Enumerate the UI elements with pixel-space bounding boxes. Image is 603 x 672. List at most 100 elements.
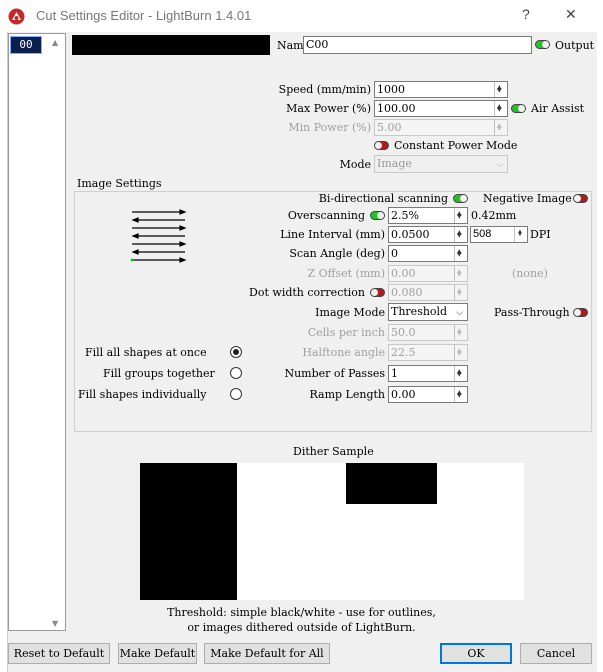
z-offset-value: 0.00	[391, 267, 416, 280]
passes-value: 1	[391, 367, 398, 380]
dither-caption-line1: Threshold: simple black/white - use for …	[167, 606, 436, 619]
cells-per-inch-field[interactable]: 50.0	[388, 323, 468, 341]
constant-power-toggle[interactable]	[374, 141, 389, 150]
ramp-length-label: Ramp Length	[309, 388, 385, 401]
dither-sample-title: Dither Sample	[293, 445, 374, 458]
layer-list[interactable]	[8, 33, 66, 631]
negative-image-toggle[interactable]	[573, 194, 588, 203]
halftone-angle-field[interactable]: 22.5	[388, 343, 468, 361]
chevron-down-icon: ⌵	[496, 160, 503, 170]
name-field[interactable]: C00	[303, 36, 532, 54]
spin-arrows-icon[interactable]	[454, 364, 467, 382]
cells-per-inch-value: 50.0	[391, 326, 416, 339]
image-mode-label: Image Mode	[315, 306, 385, 319]
overscan-label: Overscanning	[287, 209, 365, 222]
layer-list-item[interactable]: 00	[10, 36, 42, 54]
max-power-field[interactable]: 100.00	[374, 99, 508, 117]
pass-through-toggle[interactable]	[573, 308, 588, 317]
halftone-angle-label: Halftone angle	[302, 346, 385, 359]
min-power-label: Min Power (%)	[288, 121, 371, 134]
constant-power-label: Constant Power Mode	[394, 139, 518, 152]
air-assist-label: Air Assist	[531, 102, 585, 115]
spin-arrows-icon[interactable]	[454, 264, 467, 282]
bidir-toggle[interactable]	[453, 194, 468, 203]
dpi-value: 508	[473, 228, 492, 240]
lightburn-logo-icon	[8, 8, 25, 25]
spin-arrows-icon[interactable]	[454, 343, 467, 361]
dither-caption-line2: or images dithered outside of LightBurn.	[187, 621, 416, 634]
spin-arrows-icon[interactable]	[454, 225, 467, 243]
scan-angle-field[interactable]: 0	[388, 244, 468, 262]
dpi-label: DPI	[530, 228, 551, 241]
dot-width-value: 0.080	[391, 286, 423, 299]
scroll-up-icon[interactable]: ▲	[52, 38, 58, 47]
scan-angle-label: Scan Angle (deg)	[289, 247, 385, 260]
fill-individually-radio[interactable]	[230, 388, 242, 400]
fill-all-label: Fill all shapes at once	[85, 346, 207, 359]
z-offset-none: (none)	[512, 267, 548, 280]
ok-button[interactable]: OK	[440, 643, 512, 664]
image-mode-select[interactable]: Threshold ⌵	[388, 303, 468, 321]
window-title: Cut Settings Editor - LightBurn 1.4.01	[36, 8, 252, 23]
spin-arrows-icon[interactable]	[494, 80, 507, 98]
image-mode-value: Threshold	[391, 305, 448, 318]
chevron-down-icon: ⌵	[456, 308, 463, 318]
fill-all-radio[interactable]	[230, 346, 242, 358]
dither-block	[346, 463, 437, 504]
fill-individually-label: Fill shapes individually	[78, 388, 207, 401]
dot-width-toggle[interactable]	[370, 288, 385, 297]
scan-angle-value: 0	[391, 247, 398, 260]
image-settings-title: Image Settings	[77, 177, 162, 190]
pass-through-label: Pass-Through	[494, 306, 570, 319]
overscan-field[interactable]: 2.5%	[388, 206, 468, 224]
passes-field[interactable]: 1	[388, 364, 468, 382]
right-background-strip	[597, 32, 603, 672]
cancel-button[interactable]: Cancel	[520, 643, 592, 664]
scan-pattern-icon	[129, 208, 189, 267]
ramp-length-value: 0.00	[391, 388, 416, 401]
z-offset-field[interactable]: 0.00	[388, 264, 468, 282]
spin-arrows-icon[interactable]	[454, 206, 467, 224]
speed-label: Speed (mm/min)	[278, 83, 371, 96]
mode-value: Image	[377, 157, 412, 170]
mode-label: Mode	[339, 158, 371, 171]
output-label: Output	[555, 39, 595, 52]
spin-arrows-icon[interactable]	[454, 283, 467, 301]
fill-groups-radio[interactable]	[230, 367, 242, 379]
spin-arrows-icon[interactable]	[454, 323, 467, 341]
close-button[interactable]: ✕	[565, 6, 577, 23]
speed-value: 1000	[377, 83, 405, 96]
output-toggle[interactable]	[535, 40, 550, 49]
dpi-field[interactable]: 508	[470, 225, 528, 243]
overscan-value: 2.5%	[391, 209, 419, 222]
spin-arrows-icon[interactable]	[454, 244, 467, 262]
spin-arrows-icon[interactable]	[454, 385, 467, 403]
spin-arrows-icon[interactable]	[494, 118, 507, 136]
negative-image-label: Negative Image	[483, 192, 572, 205]
spin-arrows-icon[interactable]	[494, 99, 507, 117]
passes-label: Number of Passes	[284, 367, 385, 380]
air-assist-toggle[interactable]	[511, 104, 526, 113]
max-power-label: Max Power (%)	[286, 102, 371, 115]
left-background-strip	[0, 32, 8, 672]
dither-sample-image	[140, 463, 524, 600]
layer-color-swatch	[72, 35, 270, 55]
spin-arrows-icon[interactable]	[514, 225, 527, 243]
min-power-value: 5.00	[377, 121, 402, 134]
make-default-button[interactable]: Make Default	[118, 643, 197, 664]
z-offset-label: Z Offset (mm)	[307, 267, 386, 280]
ramp-length-field[interactable]: 0.00	[388, 385, 468, 403]
make-default-for-all-button[interactable]: Make Default for All	[204, 643, 330, 664]
speed-field[interactable]: 1000	[374, 80, 508, 98]
min-power-field[interactable]: 5.00	[374, 118, 508, 136]
mode-select[interactable]: Image ⌵	[374, 155, 508, 173]
max-power-value: 100.00	[377, 102, 416, 115]
dot-width-field[interactable]: 0.080	[388, 283, 468, 301]
cells-per-inch-label: Cells per inch	[307, 326, 385, 339]
line-interval-field[interactable]: 0.0500	[388, 225, 468, 243]
reset-to-default-button[interactable]: Reset to Default	[8, 643, 110, 664]
fill-groups-label: Fill groups together	[103, 367, 215, 380]
line-interval-value: 0.0500	[391, 228, 430, 241]
overscan-toggle[interactable]	[370, 211, 385, 220]
help-button[interactable]: ?	[522, 6, 530, 22]
